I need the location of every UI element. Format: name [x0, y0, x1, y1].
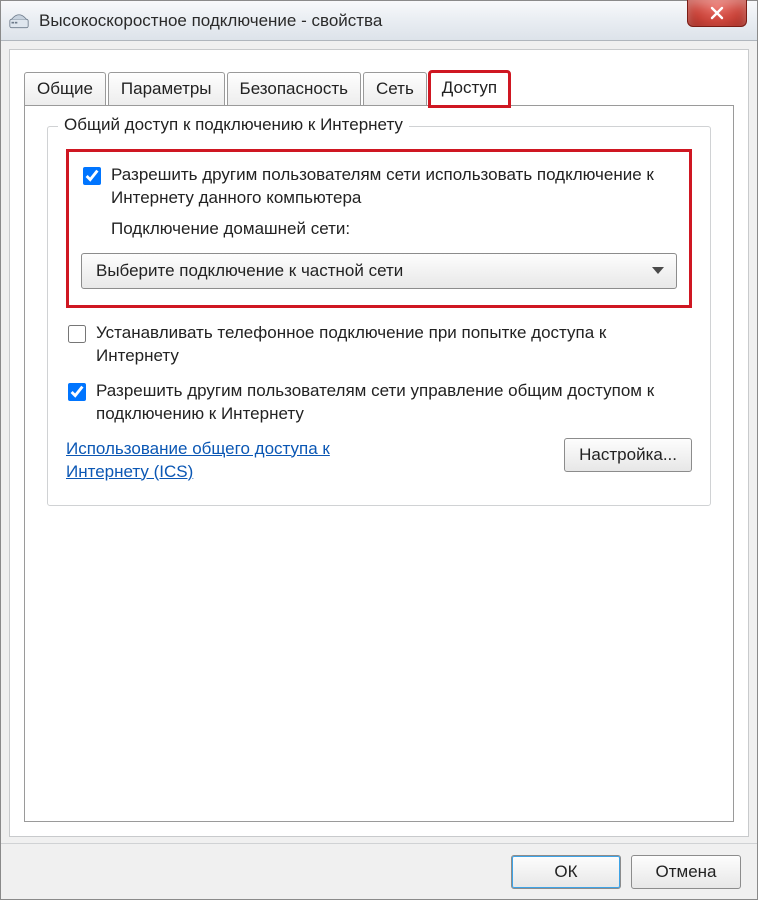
groupbox-legend: Общий доступ к подключению к Интернету	[58, 115, 409, 135]
label-allow-share: Разрешить другим пользователям сети испо…	[111, 164, 677, 241]
ics-groupbox: Общий доступ к подключению к Интернету Р…	[47, 126, 711, 506]
tab-security[interactable]: Безопасность	[227, 72, 361, 107]
dropdown-home-connection[interactable]: Выберите подключение к частной сети	[81, 253, 677, 289]
tab-sharing[interactable]: Доступ	[429, 71, 510, 107]
titlebar: Высокоскоростное подключение - свойства	[1, 1, 757, 41]
properties-dialog: Высокоскоростное подключение - свойства …	[0, 0, 758, 900]
option-dial-on-demand: Устанавливать телефонное подключение при…	[66, 322, 692, 368]
tab-network[interactable]: Сеть	[363, 72, 427, 107]
dialog-footer: ОК Отмена	[1, 843, 757, 899]
chevron-down-icon	[652, 267, 664, 274]
label-allow-control: Разрешить другим пользователям сети упра…	[96, 380, 692, 426]
ok-button[interactable]: ОК	[511, 855, 621, 889]
cancel-button[interactable]: Отмена	[631, 855, 741, 889]
tabpage-sharing: Общий доступ к подключению к Интернету Р…	[24, 105, 734, 822]
checkbox-allow-share[interactable]	[83, 167, 101, 185]
client-area: Общие Параметры Безопасность Сеть Доступ…	[9, 49, 749, 837]
tab-params[interactable]: Параметры	[108, 72, 225, 107]
modem-icon	[9, 13, 29, 29]
dropdown-value: Выберите подключение к частной сети	[96, 261, 403, 281]
option-allow-control: Разрешить другим пользователям сети упра…	[66, 380, 692, 426]
close-button[interactable]	[687, 0, 747, 27]
checkbox-allow-control[interactable]	[68, 383, 86, 401]
tabstrip: Общие Параметры Безопасность Сеть Доступ	[10, 50, 748, 106]
link-ics-help[interactable]: Использование общего доступа к Интернету…	[66, 438, 396, 484]
option-allow-share: Разрешить другим пользователям сети испо…	[81, 164, 677, 241]
close-icon	[710, 6, 724, 20]
window-title: Высокоскоростное подключение - свойства	[39, 11, 382, 31]
tab-general[interactable]: Общие	[24, 72, 106, 107]
ics-link-row: Использование общего доступа к Интернету…	[66, 438, 692, 484]
checkbox-dial-on-demand[interactable]	[68, 325, 86, 343]
label-home-connection: Подключение домашней сети:	[111, 218, 677, 241]
settings-button[interactable]: Настройка...	[564, 438, 692, 472]
highlight-allow-share: Разрешить другим пользователям сети испо…	[66, 149, 692, 308]
label-dial-on-demand: Устанавливать телефонное подключение при…	[96, 322, 692, 368]
